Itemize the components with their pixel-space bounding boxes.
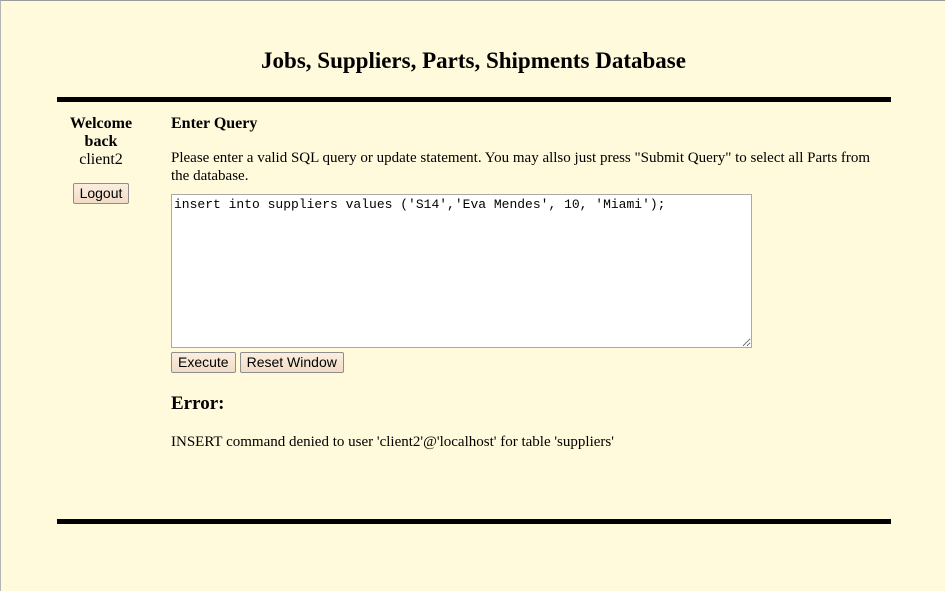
instructions-text: Please enter a valid SQL query or update… xyxy=(171,150,871,184)
execute-button[interactable]: Execute xyxy=(171,352,236,373)
page-title: Jobs, Suppliers, Parts, Shipments Databa… xyxy=(261,48,686,73)
welcome-text: Welcome back xyxy=(69,115,133,150)
bottom-divider xyxy=(57,519,891,524)
username: client2 xyxy=(79,151,123,168)
query-buttons: Execute Reset Window xyxy=(171,352,891,373)
logout-wrap: Logout xyxy=(59,183,143,204)
top-divider xyxy=(57,97,891,102)
logout-button[interactable]: Logout xyxy=(72,183,130,204)
section-heading: Enter Query xyxy=(171,115,258,132)
sidebar: Welcome back client2 Logout xyxy=(59,115,143,204)
error-message: INSERT command denied to user 'client2'@… xyxy=(171,434,614,450)
main-content: Enter Query Please enter a valid SQL que… xyxy=(171,115,891,451)
error-heading: Error: xyxy=(171,393,225,414)
reset-window-button[interactable]: Reset Window xyxy=(239,352,344,373)
query-textarea[interactable]: insert into suppliers values ('S14','Eva… xyxy=(171,194,752,348)
